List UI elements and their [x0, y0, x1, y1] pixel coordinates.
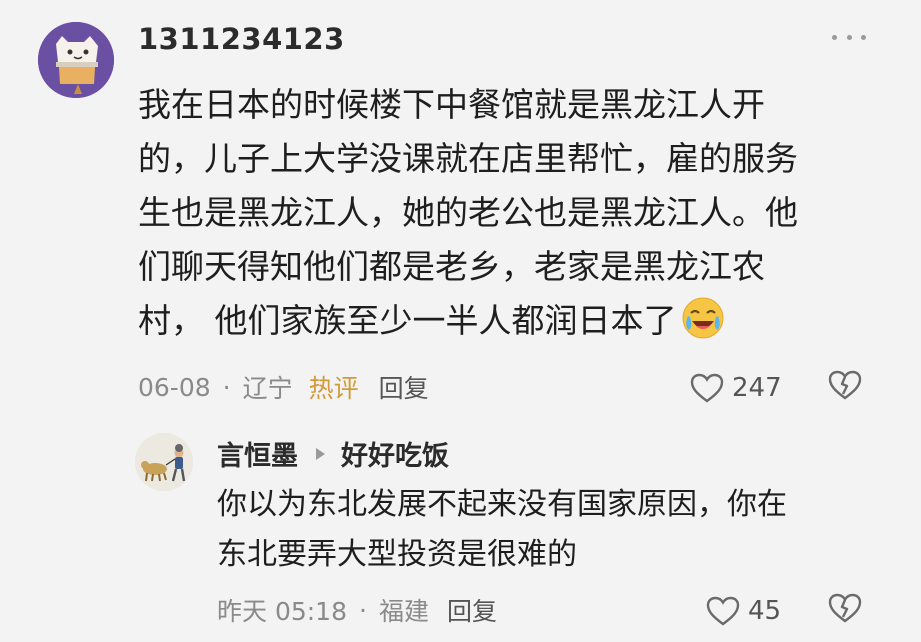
dog-walker-avatar-icon — [135, 433, 193, 491]
reply-like-button[interactable]: 45 — [706, 591, 781, 631]
reply-meta: 昨天 05:18 · 福建 回复 — [217, 590, 497, 630]
comment-location: 辽宁 — [242, 374, 293, 403]
reply-text: 你以为东北发展不起来没有国家原因，你在 东北要弄大型投资是很难的 — [217, 487, 787, 572]
comment-meta: 06-08 · 辽宁 热评 回复 — [138, 365, 429, 409]
more-icon[interactable] — [832, 30, 866, 44]
comment-date: 06-08 — [138, 372, 211, 402]
heart-icon — [690, 373, 724, 403]
separator-dot: · — [222, 372, 231, 402]
crying-laughing-emoji-icon — [681, 296, 725, 340]
username[interactable]: 1311234123 — [138, 22, 345, 56]
hot-badge: 热评 — [308, 374, 359, 403]
like-button[interactable]: 247 — [690, 368, 782, 408]
arrow-right-icon — [316, 447, 325, 460]
like-count: 247 — [732, 373, 782, 403]
avatar[interactable] — [38, 22, 114, 98]
dislike-icon[interactable] — [828, 370, 862, 404]
dislike-icon[interactable] — [828, 593, 862, 627]
reply-like-count: 45 — [748, 596, 782, 626]
reply-location: 福建 — [378, 597, 429, 626]
reply-username[interactable]: 言恒墨 — [217, 434, 298, 473]
reply-to-username[interactable]: 好好吃饭 — [341, 434, 449, 473]
separator-dot: · — [359, 595, 367, 625]
reply-header: 言恒墨 好好吃饭 — [217, 434, 449, 473]
reply-avatar[interactable] — [135, 433, 193, 491]
cat-avatar-icon — [38, 22, 114, 98]
comment-text: 我在日本的时候楼下中餐馆就是黑龙江人开 的，儿子上大学没课就在店里帮忙，雇的服务… — [138, 78, 858, 348]
reply-button[interactable]: 回复 — [379, 369, 429, 405]
heart-icon — [706, 596, 740, 626]
reply-button[interactable]: 回复 — [447, 592, 497, 628]
reply-date: 昨天 05:18 — [217, 597, 347, 626]
